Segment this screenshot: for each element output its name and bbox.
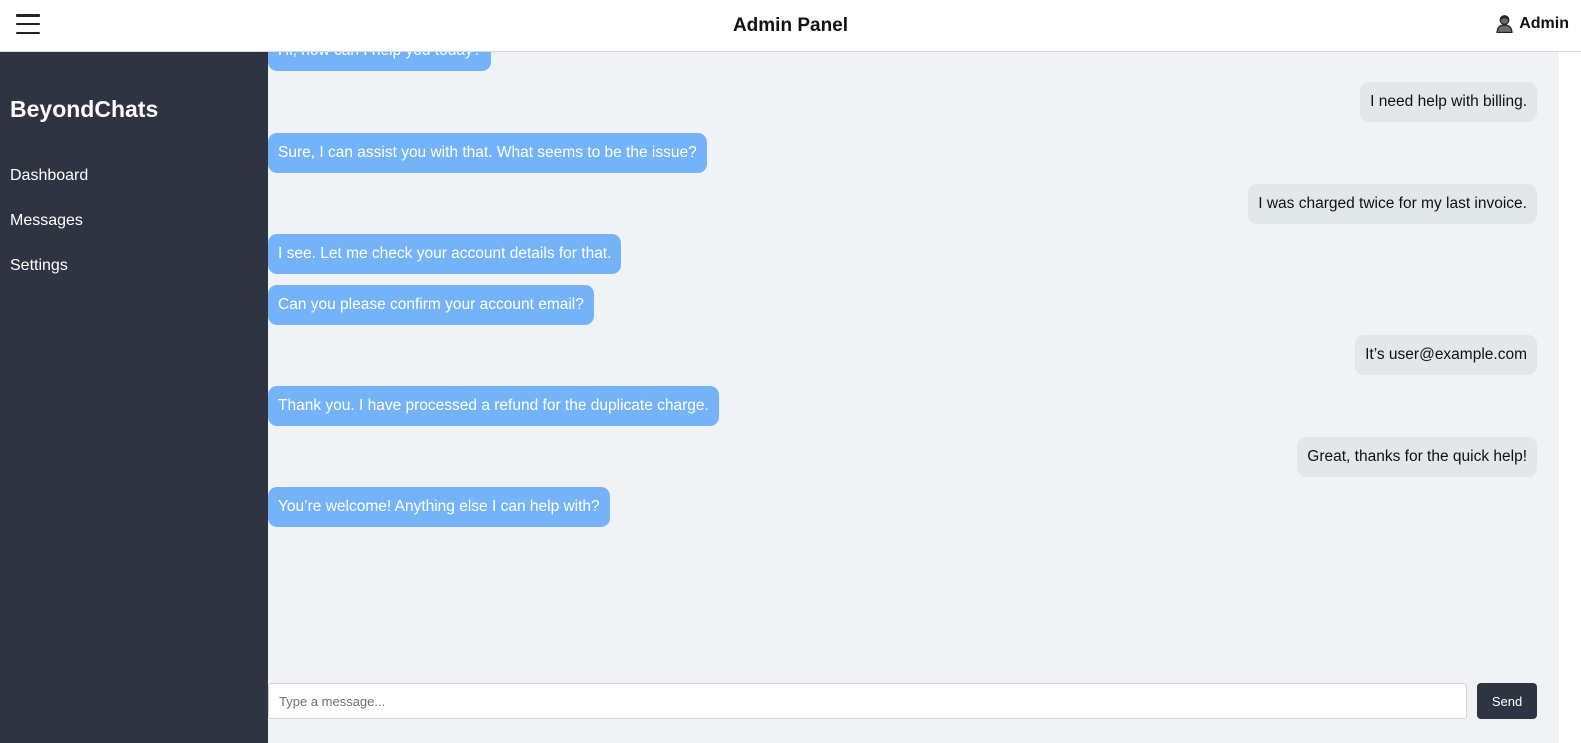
user-avatar-icon: [1496, 15, 1513, 33]
message-bubble-agent: I see. Let me check your account details…: [268, 234, 622, 274]
message-bubble-user: It’s user@example.com: [1355, 335, 1537, 375]
chat-thread[interactable]: Hi, how can I help you today? I need hel…: [268, 52, 1559, 677]
message-composer: Send: [268, 683, 1538, 719]
hamburger-menu-icon[interactable]: [16, 12, 40, 36]
message-bubble-user: Great, thanks for the quick help!: [1297, 437, 1537, 477]
message-input[interactable]: [268, 683, 1467, 719]
sidebar: BeyondChats Dashboard Messages Settings: [0, 52, 268, 743]
message-bubble-agent: Can you please confirm your account emai…: [268, 285, 594, 325]
sidebar-item-dashboard[interactable]: Dashboard: [10, 166, 88, 211]
user-menu[interactable]: Admin: [1496, 14, 1569, 33]
sidebar-item-messages[interactable]: Messages: [10, 211, 88, 256]
user-name: Admin: [1519, 14, 1569, 32]
message-bubble-agent: Hi, how can I help you today?: [268, 52, 492, 71]
page-title: Admin Panel: [732, 14, 849, 36]
message-bubble-agent: You’re welcome! Anything else I can help…: [268, 487, 610, 527]
send-button[interactable]: Send: [1477, 683, 1537, 719]
message-bubble-user: I was charged twice for my last invoice.: [1248, 184, 1537, 224]
message-bubble-agent: Sure, I can assist you with that. What s…: [268, 133, 707, 173]
message-bubble-agent: Thank you. I have processed a refund for…: [268, 386, 719, 426]
sidebar-item-settings[interactable]: Settings: [10, 256, 88, 301]
chat-scrollbar[interactable]: [1559, 52, 1581, 743]
top-bar: Admin Panel Admin: [0, 0, 1581, 52]
message-bubble-user: I need help with billing.: [1360, 82, 1537, 122]
sidebar-nav: Dashboard Messages Settings: [10, 166, 88, 301]
brand-logo-text: BeyondChats: [10, 96, 159, 122]
